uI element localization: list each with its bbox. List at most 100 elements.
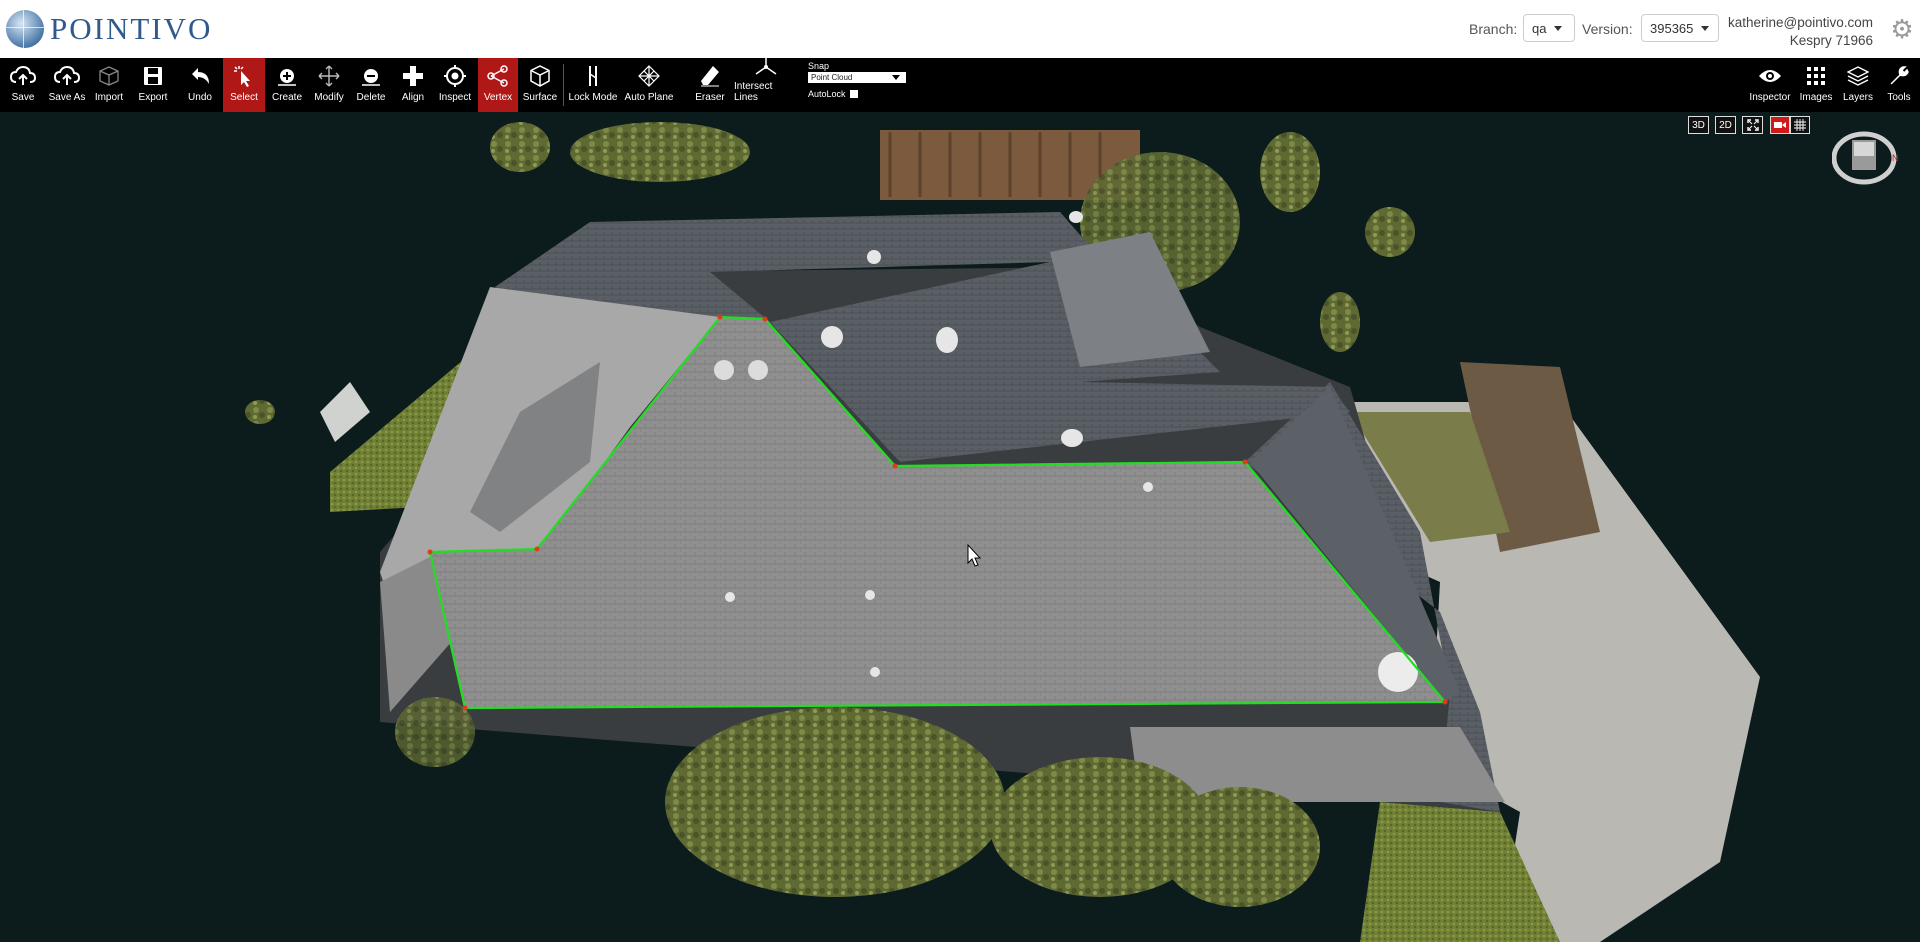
globe-icon: [6, 10, 44, 48]
save-as-label: Save As: [48, 92, 86, 103]
cursor-icon: [231, 63, 257, 89]
autolock-label: AutoLock: [808, 89, 846, 99]
navigation-cube[interactable]: N: [1831, 130, 1899, 186]
cube-icon: [96, 63, 122, 89]
surface-cube-icon: [527, 63, 553, 89]
grid-icon: [1794, 119, 1806, 131]
lock-lines-icon: [580, 63, 606, 89]
vertex-nodes-icon: [485, 63, 511, 89]
align-label: Align: [401, 92, 425, 103]
branch-label: Branch:: [1469, 21, 1518, 37]
undo-arrow-icon: [187, 63, 213, 89]
surface-mode-button[interactable]: Surface: [520, 58, 560, 112]
project-name: Kespry 71966: [1789, 33, 1873, 48]
brand-wordmark: POINTIVO: [50, 11, 213, 46]
branch-select[interactable]: qa: [1523, 14, 1575, 42]
user-email: katherine@pointivo.com: [1727, 15, 1873, 30]
cloud-upload-icon: [10, 63, 36, 89]
app-header: POINTIVO Branch: qa Version: 395365 kath…: [0, 0, 1920, 59]
save-as-button[interactable]: Save As: [46, 58, 88, 112]
user-info[interactable]: katherine@pointivo.com Kespry 71966: [1728, 14, 1873, 50]
plane-grid-icon: [636, 63, 662, 89]
gear-icon[interactable]: ⚙: [1890, 16, 1914, 42]
autolock-row: AutoLock: [808, 89, 908, 99]
select-label: Select: [230, 92, 258, 103]
branch-value: qa: [1532, 20, 1547, 36]
layers-label: Layers: [1842, 92, 1873, 103]
intersect-lines-icon: [753, 54, 779, 78]
tools-button[interactable]: Tools: [1880, 58, 1918, 112]
export-button[interactable]: Export: [134, 58, 172, 112]
modify-tool-button[interactable]: Modify: [309, 58, 349, 112]
undo-label: Undo: [188, 92, 212, 103]
delete-tool-button[interactable]: Delete: [352, 58, 390, 112]
vertex-mode-button[interactable]: Vertex: [478, 58, 518, 112]
svg-text:N: N: [1892, 153, 1898, 163]
minus-circle-icon: [358, 63, 384, 89]
create-tool-button[interactable]: Create: [268, 58, 306, 112]
autolock-checkbox[interactable]: [849, 90, 858, 98]
modify-label: Modify: [314, 92, 344, 103]
toolbar-divider: [563, 64, 564, 106]
video-camera-icon: [1774, 122, 1786, 128]
pointivo-logo[interactable]: POINTIVO: [6, 8, 212, 50]
inspector-button[interactable]: Inspector: [1748, 58, 1792, 112]
eraser-icon: [697, 63, 723, 89]
inspector-label: Inspector: [1749, 92, 1791, 103]
point-cloud-scene: [245, 122, 1760, 942]
export-label: Export: [138, 92, 168, 103]
chevron-down-icon: [892, 75, 900, 80]
floppy-disk-icon: [140, 63, 166, 89]
select-tool-button[interactable]: Select: [223, 58, 265, 112]
images-button[interactable]: Images: [1796, 58, 1836, 112]
images-label: Images: [1799, 92, 1833, 103]
snap-value: Point Cloud: [811, 73, 853, 82]
version-label: Version:: [1582, 21, 1633, 37]
intersect-lines-label: Intersect Lines: [734, 81, 773, 103]
snap-select[interactable]: Point Cloud: [808, 72, 906, 83]
view-3d-button[interactable]: 3D: [1688, 116, 1709, 134]
align-tool-button[interactable]: Align: [394, 58, 432, 112]
move-arrows-icon: [316, 63, 342, 89]
auto-plane-label: Auto Plane: [624, 92, 674, 103]
create-label: Create: [271, 92, 302, 103]
align-icon: [400, 63, 426, 89]
lock-mode-button[interactable]: Lock Mode: [568, 58, 618, 112]
auto-plane-button[interactable]: Auto Plane: [622, 58, 676, 112]
target-icon: [442, 63, 468, 89]
version-value: 395365: [1650, 20, 1694, 36]
main-toolbar: Save Save As Import Export Undo Select C…: [0, 56, 1920, 112]
eraser-label: Eraser: [695, 92, 725, 103]
camera-button[interactable]: [1770, 116, 1790, 134]
save-button[interactable]: Save: [2, 58, 44, 112]
plus-circle-icon: [274, 63, 300, 89]
eraser-tool-button[interactable]: Eraser: [690, 58, 730, 112]
tools-label: Tools: [1887, 92, 1911, 103]
delete-label: Delete: [356, 92, 386, 103]
save-label: Save: [11, 92, 35, 103]
orientation-cube-icon: N: [1831, 131, 1899, 185]
cloud-upload-icon: [54, 63, 80, 89]
chevron-down-icon: [1701, 25, 1710, 31]
undo-button[interactable]: Undo: [181, 58, 219, 112]
point-cloud-viewport[interactable]: 3D 2D N: [0, 112, 1920, 942]
layers-icon: [1845, 63, 1871, 89]
inspect-tool-button[interactable]: Inspect: [435, 58, 475, 112]
grid-icon: [1803, 63, 1829, 89]
wrench-icon: [1886, 63, 1912, 89]
snap-control: Snap Point Cloud AutoLock: [808, 61, 908, 99]
import-button[interactable]: Import: [90, 58, 128, 112]
intersect-lines-button[interactable]: Intersect Lines: [734, 56, 798, 112]
chevron-down-icon: [1554, 25, 1563, 31]
inspect-label: Inspect: [438, 92, 472, 103]
vertex-label: Vertex: [483, 92, 513, 103]
surface-label: Surface: [522, 92, 558, 103]
version-select[interactable]: 395365: [1641, 14, 1719, 42]
grid-toggle-button[interactable]: [1790, 116, 1810, 134]
layers-button[interactable]: Layers: [1838, 58, 1878, 112]
view-2d-button[interactable]: 2D: [1715, 116, 1736, 134]
lock-mode-label: Lock Mode: [568, 92, 618, 103]
import-label: Import: [94, 92, 124, 103]
snap-label: Snap: [808, 61, 830, 71]
fullscreen-button[interactable]: [1742, 116, 1763, 134]
